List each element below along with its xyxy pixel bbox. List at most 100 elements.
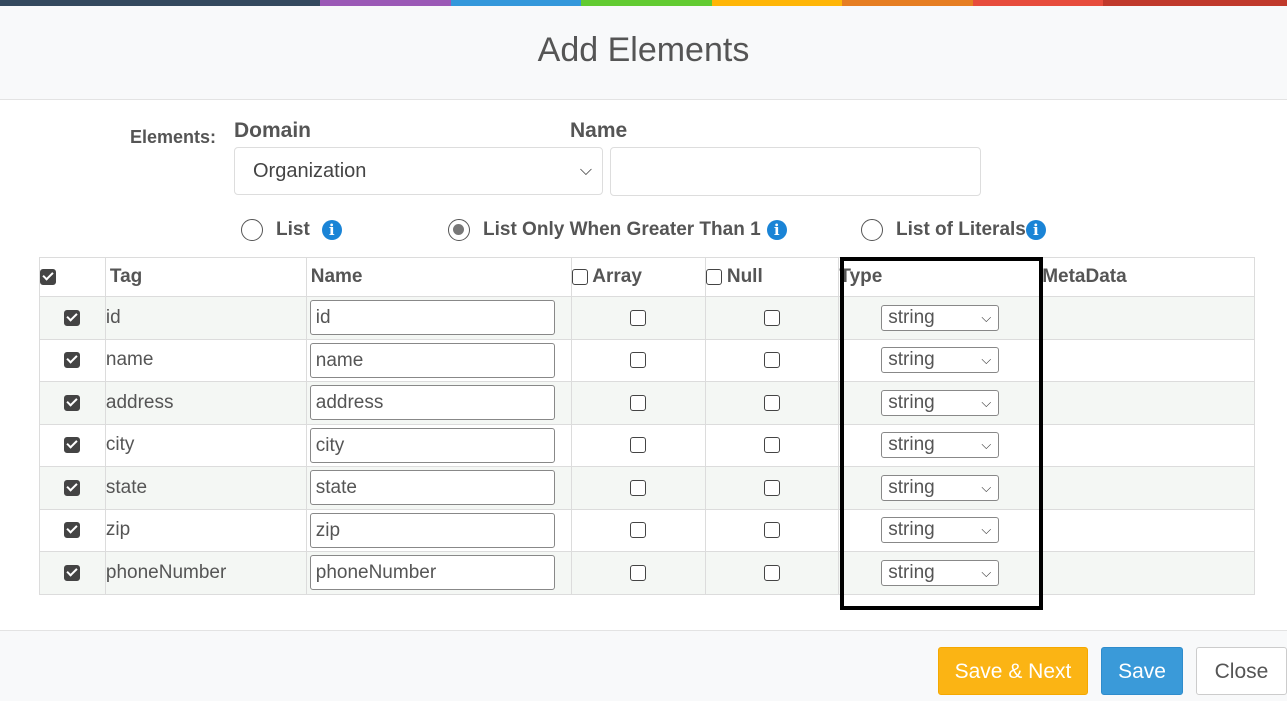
element-name-input[interactable]: state — [309, 470, 555, 506]
domain-select-value: Organization — [253, 160, 367, 182]
null-checkbox[interactable] — [763, 394, 780, 411]
select-all-header — [39, 257, 106, 297]
null-checkbox[interactable] — [763, 564, 780, 581]
type-select[interactable]: string ⌵ — [881, 474, 1000, 501]
array-all-checkbox[interactable] — [571, 268, 588, 285]
array-checkbox[interactable] — [630, 352, 647, 369]
null-checkbox[interactable] — [763, 309, 780, 326]
row-select-cell — [39, 338, 106, 382]
type-select-value: string — [888, 306, 935, 328]
array-checkbox[interactable] — [630, 309, 647, 326]
radio-list-gt1[interactable] — [448, 219, 470, 241]
array-checkbox[interactable] — [630, 522, 647, 539]
row-select-cell — [39, 296, 106, 340]
type-cell: string ⌵ — [838, 551, 1043, 595]
null-cell — [704, 423, 840, 467]
modal-title: Add Elements — [537, 31, 750, 69]
row-checkbox[interactable] — [64, 564, 81, 581]
metadata-cell — [1041, 381, 1255, 425]
domain-select[interactable]: Organization ⌵ — [234, 147, 603, 195]
type-select[interactable]: string ⌵ — [881, 432, 1000, 459]
save-next-button[interactable]: Save & Next — [938, 647, 1088, 695]
radio-list-gt1-label: List Only When Greater Than 1 — [483, 219, 761, 240]
info-icon[interactable]: i — [1025, 220, 1046, 240]
element-name-input[interactable]: id — [309, 300, 555, 336]
array-cell — [570, 381, 706, 425]
type-select[interactable]: string ⌵ — [881, 517, 1000, 544]
array-cell — [570, 508, 706, 552]
row-checkbox[interactable] — [64, 309, 81, 326]
type-header: Type — [838, 257, 1043, 297]
array-checkbox[interactable] — [630, 479, 647, 496]
name-input[interactable] — [610, 147, 981, 196]
radio-literals-option[interactable]: List of Literals i — [861, 216, 1046, 244]
null-cell — [704, 296, 840, 340]
null-checkbox[interactable] — [763, 479, 780, 496]
array-checkbox[interactable] — [630, 394, 647, 411]
tag-cell: city — [104, 423, 307, 467]
radio-list-option[interactable]: List i — [241, 216, 342, 244]
type-select-value: string — [888, 434, 935, 456]
type-cell: string ⌵ — [838, 338, 1043, 382]
radio-list-gt1-option[interactable]: List Only When Greater Than 1 i — [448, 216, 787, 244]
close-button[interactable]: Close — [1196, 647, 1287, 695]
metadata-cell — [1041, 466, 1255, 510]
type-select[interactable]: string ⌵ — [881, 559, 1000, 586]
radio-list-label: List — [276, 219, 310, 240]
metadata-cell — [1041, 296, 1255, 340]
element-name-input[interactable]: name — [309, 342, 555, 378]
row-select-cell — [39, 466, 106, 510]
element-name-input[interactable]: address — [309, 385, 555, 421]
select-all-checkbox[interactable] — [40, 268, 56, 285]
metadata-header: MetaData — [1041, 257, 1255, 297]
domain-label: Domain — [234, 119, 312, 142]
tag-cell: address — [104, 381, 307, 425]
name-cell: city — [305, 423, 572, 467]
element-name-input[interactable]: city — [309, 427, 555, 463]
name-cell: zip — [305, 508, 572, 552]
type-select-value: string — [888, 349, 935, 371]
type-select[interactable]: string ⌵ — [881, 389, 1000, 416]
null-cell — [704, 508, 840, 552]
null-checkbox[interactable] — [763, 522, 780, 539]
info-icon[interactable]: i — [321, 220, 342, 240]
elements-table: Tag Name Array Null Type MetaData id id … — [39, 257, 1255, 595]
table-header-row: Tag Name Array Null Type MetaData — [39, 257, 1255, 297]
null-cell — [704, 338, 840, 382]
type-select[interactable]: string ⌵ — [881, 347, 1000, 374]
table-row: state state string ⌵ — [39, 466, 1255, 510]
null-cell — [704, 466, 840, 510]
table-row: phoneNumber phoneNumber string ⌵ — [39, 551, 1255, 595]
name-header: Name — [305, 257, 572, 297]
array-checkbox[interactable] — [630, 564, 647, 581]
null-header: Null — [704, 257, 840, 297]
element-name-input[interactable]: phoneNumber — [309, 555, 555, 591]
null-checkbox[interactable] — [763, 352, 780, 369]
element-name-input[interactable]: zip — [309, 512, 555, 548]
tag-cell: phoneNumber — [104, 551, 307, 595]
info-icon[interactable]: i — [766, 220, 787, 240]
metadata-cell — [1041, 423, 1255, 467]
metadata-cell — [1041, 508, 1255, 552]
row-select-cell — [39, 551, 106, 595]
row-checkbox[interactable] — [64, 479, 81, 496]
row-checkbox[interactable] — [64, 522, 81, 539]
type-cell: string ⌵ — [838, 508, 1043, 552]
tag-cell: id — [104, 296, 307, 340]
type-select[interactable]: string ⌵ — [881, 304, 1000, 331]
null-checkbox[interactable] — [763, 437, 780, 454]
null-all-checkbox[interactable] — [705, 268, 722, 285]
radio-list[interactable] — [241, 219, 263, 241]
radio-literals-label: List of Literals — [896, 219, 1026, 240]
row-checkbox[interactable] — [64, 352, 81, 369]
radio-literals[interactable] — [861, 219, 883, 241]
array-cell — [570, 296, 706, 340]
chevron-down-icon: ⌵ — [981, 352, 992, 368]
null-cell — [704, 551, 840, 595]
row-checkbox[interactable] — [64, 394, 81, 411]
row-checkbox[interactable] — [64, 437, 81, 454]
save-button[interactable]: Save — [1101, 647, 1183, 695]
name-label: Name — [570, 119, 628, 142]
type-cell: string ⌵ — [838, 466, 1043, 510]
array-checkbox[interactable] — [630, 437, 647, 454]
